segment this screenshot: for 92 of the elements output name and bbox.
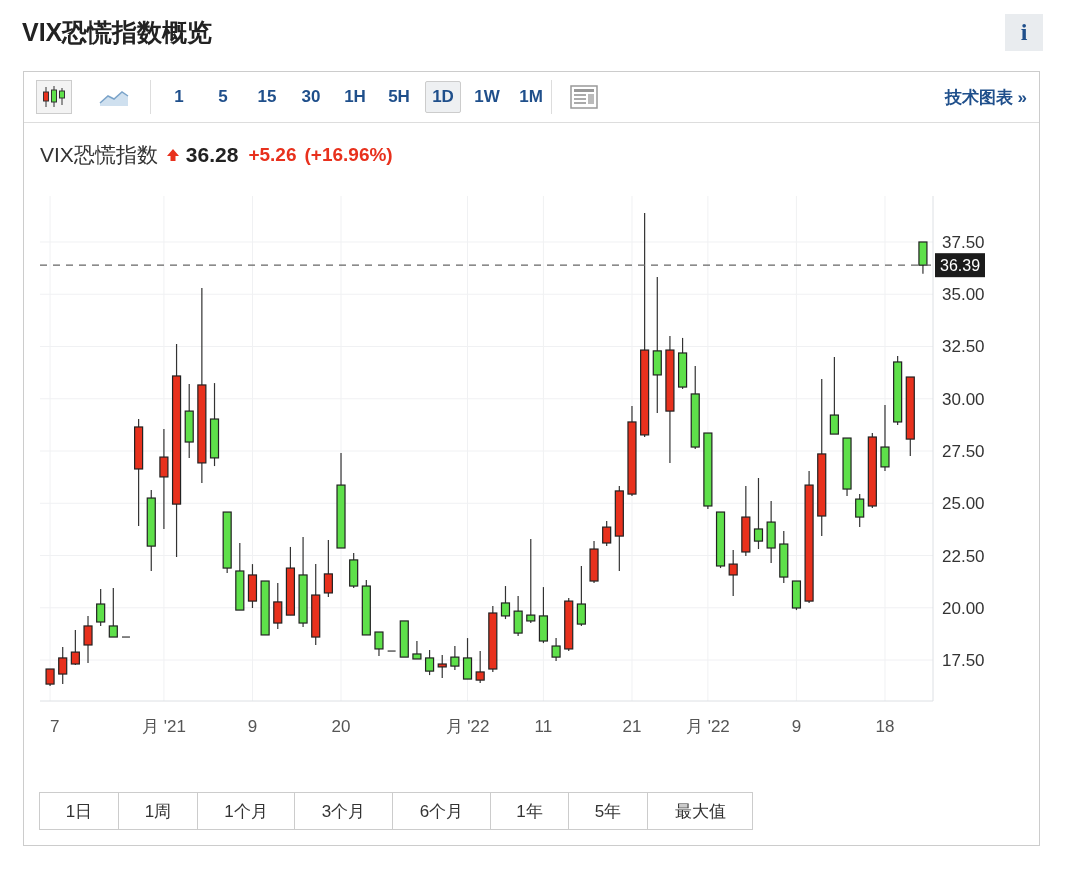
candle [260,580,270,636]
candle [349,552,359,589]
candle [412,640,422,660]
candle [791,580,802,611]
candle [273,582,283,630]
candle [70,629,80,666]
candlestick-chart-button[interactable] [36,80,72,114]
x-axis-label: 11 [534,717,553,736]
candle [855,493,865,528]
interval-button[interactable]: 1W [469,81,505,113]
price-change: +5.26 [248,143,297,166]
range-button[interactable]: 1个月 [197,792,295,830]
interval-button[interactable]: 30 [293,81,329,113]
candle [602,520,612,547]
index-name: VIX恐慌指数 [40,141,158,168]
candle [766,500,776,564]
y-axis-label: 27.50 [942,442,985,461]
interval-button[interactable]: 1 [161,81,197,113]
candle [462,637,473,680]
candle [450,645,460,671]
range-button[interactable]: 1年 [490,792,569,830]
y-axis-label: 35.00 [942,285,985,305]
x-axis-label: 7 [50,717,60,736]
y-axis-label: 25.00 [942,494,985,514]
candle [247,563,258,609]
price-tag: 36.39 [935,253,985,278]
range-button[interactable]: 5年 [568,792,648,830]
candle [576,565,586,627]
candle [96,588,106,627]
range-button[interactable]: 1日 [39,792,119,830]
candle [235,542,245,611]
x-axis-label: 月 '22 [445,717,490,736]
x-axis-label: 月 '21 [141,717,186,736]
candle [678,337,688,390]
interval-button[interactable]: 15 [249,81,285,113]
range-button[interactable]: 6个月 [392,792,491,830]
layout-icon [570,85,598,109]
range-button[interactable]: 最大值 [647,792,753,830]
candle [551,637,561,662]
candle [715,511,726,569]
range-button[interactable]: 3个月 [294,792,393,830]
candle [918,241,928,275]
x-axis-label: 20 [331,717,351,736]
candle [361,579,371,636]
y-axis-label: 22.50 [942,546,985,566]
page-title: VIX恐慌指数概览 [22,16,213,48]
candle [500,585,511,620]
candle [108,587,118,638]
candle [323,539,333,598]
candle [222,511,232,574]
candle [513,595,523,637]
y-axis-label: 17.50 [942,651,985,671]
x-axis-label: 9 [791,717,802,736]
interval-button[interactable]: 1D [425,81,461,113]
candle [58,646,68,685]
candle [488,605,498,673]
interval-button[interactable]: 1M [513,81,549,113]
candle [399,620,409,658]
candle [893,355,903,426]
candle [842,437,852,497]
technical-chart-link[interactable]: 技术图表 » [944,85,1027,109]
x-axis-label: 月 '22 [685,717,730,736]
candle [475,650,485,684]
candle [779,530,789,584]
y-axis-label: 30.00 [942,389,985,409]
y-axis-label: 20.00 [942,598,985,618]
interval-button[interactable]: 1H [337,81,373,113]
candle [83,615,93,664]
candle [564,597,574,652]
candle [374,631,384,657]
candlestick-icon [41,85,67,109]
percent-change: (+16.96%) [304,143,393,166]
x-axis-label: 21 [622,717,642,736]
candle [880,404,890,472]
y-axis-label: 32.50 [942,337,985,357]
candle [589,540,599,584]
range-button[interactable]: 1周 [118,792,198,830]
candle [45,668,55,687]
candle [538,586,549,644]
interval-button[interactable]: 5H [381,81,417,113]
x-axis-label: 9 [247,717,258,736]
candle [741,485,751,557]
y-axis-label: 37.50 [942,233,985,252]
interval-button[interactable]: 5 [205,81,241,113]
candle [285,546,296,616]
candle [424,649,435,676]
price-value: 36.28 [185,142,239,167]
layout-button[interactable] [570,85,598,109]
x-axis-label: 18 [875,717,895,736]
candle [437,654,447,679]
info-button[interactable]: i [1005,13,1043,51]
candle [728,549,738,597]
